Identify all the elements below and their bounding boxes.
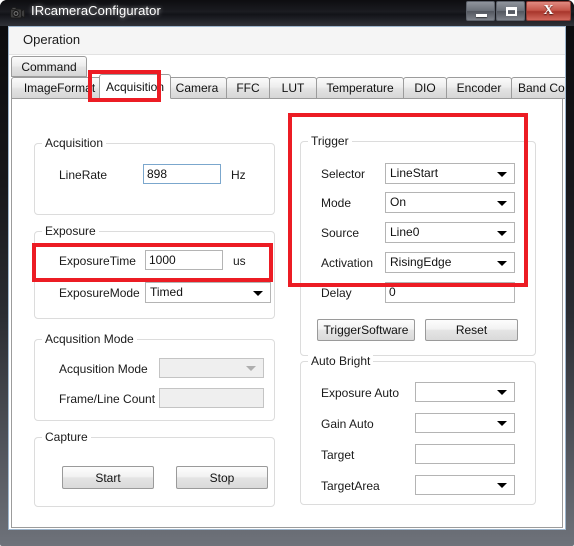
trigger-selector-label: Selector [321, 167, 366, 181]
acquisition-mode-label: Acqusition Mode [59, 362, 148, 376]
title-bar: IRcameraConfigurator X [0, 0, 574, 26]
group-capture-label: Capture [42, 430, 91, 444]
target-area-label: TargetArea [321, 479, 380, 493]
exposure-time-input[interactable]: 1000 [145, 250, 223, 270]
tab-dio[interactable]: DIO [403, 77, 447, 99]
trigger-selector-combobox[interactable]: LineStart [385, 163, 515, 184]
tab-imageformat-label: ImageFormat [23, 81, 96, 95]
frame-line-count-label: Frame/Line Count [59, 392, 156, 406]
trigger-mode-value: On [390, 195, 407, 209]
window-controls: X [465, 1, 571, 22]
exposure-auto-label: Exposure Auto [321, 386, 400, 400]
minimize-button[interactable] [466, 1, 495, 21]
trigger-activation-label: Activation [321, 256, 374, 270]
close-button[interactable]: X [526, 1, 571, 21]
tab-temperature-label: Temperature [326, 81, 394, 95]
exposure-time-label: ExposureTime [59, 254, 136, 268]
line-rate-input[interactable]: 898 [143, 164, 221, 184]
line-rate-label: LineRate [59, 168, 108, 182]
exposure-mode-label: ExposureMode [59, 286, 140, 300]
camera-icon [9, 5, 26, 21]
target-input[interactable] [415, 444, 515, 464]
chevron-down-icon [497, 421, 507, 426]
trigger-selector-value: LineStart [390, 166, 439, 180]
chevron-down-icon [497, 200, 507, 206]
group-acquisition-label: Acquisition [42, 136, 107, 150]
chevron-down-icon [497, 483, 507, 488]
tab-band-control[interactable]: Band Control [511, 77, 565, 99]
minimize-icon [476, 14, 487, 17]
trigger-mode-label: Mode [321, 196, 352, 210]
trigger-source-label: Source [321, 226, 360, 240]
tab-camera[interactable]: Camera [167, 77, 227, 99]
client-area: Operation Command ImageFormat Acquisitio… [8, 26, 566, 530]
tab-command-label: Command [21, 59, 77, 74]
group-exposure: Exposure ExposureTime 1000 us ExposureMo… [34, 224, 275, 319]
line-rate-unit-label: Hz [231, 168, 246, 182]
trigger-delay-label: Delay [321, 286, 352, 300]
tab-acquisition[interactable]: Acquisition [99, 74, 171, 99]
target-area-combobox[interactable] [415, 475, 515, 495]
group-auto-bright-label: Auto Bright [308, 354, 374, 368]
tab-encoder[interactable]: Encoder [446, 77, 512, 99]
trigger-activation-value: RisingEdge [390, 255, 452, 269]
exposure-auto-combobox[interactable] [415, 382, 515, 402]
application-window: IRcameraConfigurator X Operation Command [0, 0, 574, 546]
maximize-button[interactable] [496, 1, 525, 21]
tab-acquisition-label: Acquisition [105, 79, 165, 94]
trigger-software-button-label: TriggerSoftware [323, 323, 409, 337]
group-acquisition-mode-label: Acqusition Mode [42, 332, 137, 346]
menu-bar: Operation [9, 27, 565, 55]
trigger-source-combobox[interactable]: Line0 [385, 222, 515, 243]
group-capture: Capture Start Stop [34, 430, 275, 507]
group-trigger: Trigger Selector LineStart Mode On Sourc… [300, 134, 536, 356]
exposure-mode-value: Timed [150, 285, 183, 299]
chevron-down-icon [497, 230, 507, 236]
chevron-down-icon [497, 390, 507, 395]
group-acquisition-mode: Acqusition Mode Acqusition Mode Frame/Li… [34, 332, 275, 421]
chevron-down-icon [246, 366, 256, 371]
tab-band-control-label: Band Control [517, 81, 565, 95]
tab-camera-label: Camera [175, 81, 219, 95]
trigger-source-value: Line0 [390, 225, 420, 239]
trigger-delay-input[interactable]: 0 [385, 282, 515, 303]
exposure-time-unit-label: us [233, 254, 246, 268]
tab-dio-label: DIO [414, 81, 436, 95]
chevron-down-icon [497, 171, 507, 177]
acquisition-mode-combobox[interactable] [159, 358, 264, 378]
group-acquisition: Acquisition LineRate 898 Hz [34, 136, 275, 215]
reset-button[interactable]: Reset [425, 319, 518, 341]
stop-button-label: Stop [209, 470, 235, 485]
tab-command[interactable]: Command [11, 56, 87, 77]
gain-auto-combobox[interactable] [415, 413, 515, 433]
group-auto-bright: Auto Bright Exposure Auto Gain Auto Targ… [300, 354, 536, 505]
tab-page-acquisition: Acquisition LineRate 898 Hz Exposure Exp… [11, 98, 563, 528]
target-label: Target [321, 448, 355, 462]
maximize-icon [506, 7, 517, 16]
chevron-down-icon [497, 260, 507, 266]
gain-auto-label: Gain Auto [321, 417, 374, 431]
menu-item-operation[interactable]: Operation [23, 32, 80, 47]
tab-imageformat[interactable]: ImageFormat [11, 77, 108, 99]
stop-button[interactable]: Stop [176, 466, 268, 489]
reset-button-label: Reset [455, 323, 488, 337]
tab-temperature[interactable]: Temperature [316, 77, 404, 99]
group-exposure-label: Exposure [42, 224, 99, 238]
start-button-label: Start [95, 470, 121, 485]
tab-lut[interactable]: LUT [269, 77, 317, 99]
start-button[interactable]: Start [62, 466, 154, 489]
trigger-mode-combobox[interactable]: On [385, 192, 515, 213]
group-trigger-label: Trigger [308, 134, 352, 148]
tab-ffc-label: FFC [236, 81, 260, 95]
exposure-mode-combobox[interactable]: Timed [145, 282, 271, 303]
trigger-activation-combobox[interactable]: RisingEdge [385, 252, 515, 273]
trigger-software-button[interactable]: TriggerSoftware [317, 319, 415, 341]
chevron-down-icon [253, 290, 263, 296]
tab-lut-label: LUT [281, 81, 305, 95]
window-title: IRcameraConfigurator [31, 3, 161, 18]
frame-line-count-input[interactable] [159, 388, 264, 408]
tab-encoder-label: Encoder [456, 81, 502, 95]
tab-ffc[interactable]: FFC [226, 77, 270, 99]
close-icon: X [543, 3, 554, 18]
